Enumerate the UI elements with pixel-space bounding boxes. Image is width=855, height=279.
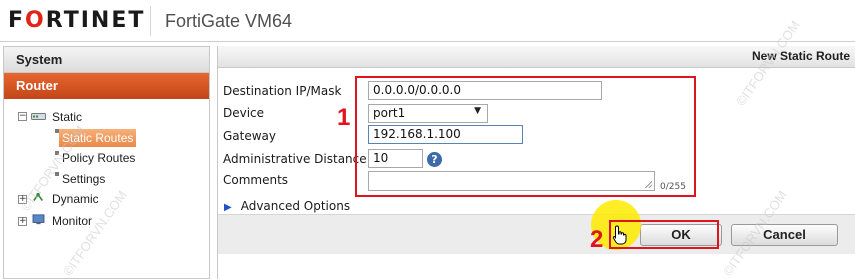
monitor-icon [32, 214, 45, 225]
expand-triangle-icon: ▶ [224, 202, 232, 213]
router-device-icon [31, 113, 46, 120]
gateway-label: Gateway [223, 129, 277, 143]
advanced-options-label: Advanced Options [240, 199, 351, 213]
hand-cursor-icon [612, 225, 627, 245]
annotation-box-form [355, 76, 696, 197]
annotation-number-1: 1 [337, 104, 351, 131]
distance-label: Administrative Distance [223, 152, 367, 166]
sidebar: System Router − Static Static Routes Pol… [3, 46, 210, 279]
comments-label: Comments [223, 173, 289, 187]
collapse-static-icon[interactable]: − [18, 112, 27, 121]
device-label: Device [223, 106, 265, 120]
tree-item-dynamic[interactable]: Dynamic [52, 190, 99, 208]
sidebar-section-system[interactable]: System [4, 47, 209, 73]
expand-monitor-icon[interactable]: + [18, 217, 27, 226]
annotation-number-2: 2 [590, 226, 604, 253]
fortinet-logo: FORTINET [8, 8, 146, 33]
sidebar-section-router[interactable]: Router [4, 73, 209, 99]
header-divider [150, 6, 151, 36]
app-header: FORTINET FortiGate VM64 [0, 0, 855, 42]
tree-item-monitor[interactable]: Monitor [52, 212, 92, 230]
destination-label: Destination IP/Mask [223, 84, 342, 98]
tree-item-settings[interactable]: Settings [62, 170, 105, 188]
app-title: FortiGate VM64 [165, 11, 293, 31]
advanced-options-toggle[interactable]: ▶ Advanced Options [224, 199, 350, 213]
